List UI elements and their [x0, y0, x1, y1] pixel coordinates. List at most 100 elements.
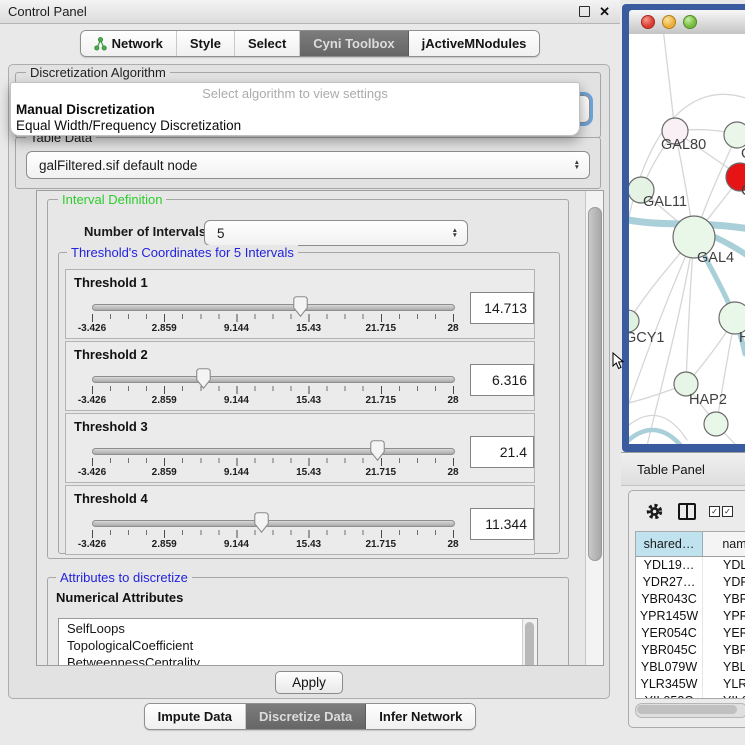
threshold-3-value-field[interactable]: 21.4 [470, 436, 534, 468]
float-window-icon[interactable] [579, 6, 590, 17]
network-node-top-right[interactable] [724, 122, 745, 148]
threshold-1-slider-track[interactable] [92, 304, 455, 311]
slider-major-ticks [92, 314, 454, 322]
table-horizontal-scrollbar[interactable] [635, 703, 745, 718]
threshold-3-slider-track[interactable] [92, 448, 455, 455]
cell-name[interactable]: YIL0 [703, 693, 745, 699]
cell-name[interactable]: YBR0 [703, 591, 745, 608]
column-view-icon[interactable] [678, 503, 696, 520]
settings-vertical-scrollbar[interactable] [585, 191, 603, 665]
column-header-shared-name[interactable]: shared… [636, 532, 703, 556]
threshold-2-slider-track[interactable] [92, 376, 455, 383]
checkbox-icon[interactable]: ✓ [709, 506, 720, 517]
network-window-titlebar[interactable] [629, 10, 745, 35]
tab-cyni-toolbox[interactable]: Cyni Toolbox [300, 31, 408, 56]
tab-select[interactable]: Select [235, 31, 300, 56]
table-rows: YDL19…YDL1YDR27…YDR2YBR043CYBR0YPR145WYP… [636, 557, 745, 699]
attributes-group-title: Attributes to discretize [56, 570, 192, 585]
table-row[interactable]: YPR145WYPR1 [636, 608, 745, 625]
cell-shared-name[interactable]: YER054C [636, 625, 703, 642]
table-row[interactable]: YER054CYER0 [636, 625, 745, 642]
tick-label: 9.144 [224, 539, 249, 550]
attribute-item[interactable]: BetweennessCentrality [59, 653, 537, 666]
table-row[interactable]: YBR043CYBR0 [636, 591, 745, 608]
table-row[interactable]: YBR045CYBR0 [636, 642, 745, 659]
threshold-1-value-field[interactable]: 14.713 [470, 292, 534, 324]
network-edge[interactable] [663, 34, 675, 131]
table-row[interactable]: YLR345WYLR3 [636, 676, 745, 693]
cell-name[interactable]: YER0 [703, 625, 745, 642]
cell-name[interactable]: YDR2 [703, 574, 745, 591]
cell-shared-name[interactable]: YBL079W [636, 659, 703, 676]
cell-name[interactable]: YBR0 [703, 642, 745, 659]
cell-shared-name[interactable]: YIL052C [636, 693, 703, 699]
network-edge[interactable] [629, 430, 683, 444]
tab-network[interactable]: Network [81, 31, 177, 56]
numerical-attributes-list[interactable]: SelfLoopsTopologicalCoefficientBetweenne… [58, 618, 538, 666]
cell-shared-name[interactable]: YPR145W [636, 608, 703, 625]
minimize-traffic-light-icon[interactable] [662, 15, 676, 29]
attribute-item[interactable]: SelfLoops [59, 619, 537, 636]
tab-style[interactable]: Style [177, 31, 235, 56]
cell-shared-name[interactable]: YDR27… [636, 574, 703, 591]
tab-jactivemnodules[interactable]: jActiveMNodules [409, 31, 540, 56]
settings-scrollbar-thumb[interactable] [588, 207, 602, 561]
column-header-name[interactable]: name [703, 532, 745, 556]
cell-name[interactable]: YBL0 [703, 659, 745, 676]
tab-impute-data[interactable]: Impute Data [145, 704, 246, 729]
checkbox-icon[interactable]: ✓ [722, 506, 733, 517]
slider-major-ticks [92, 386, 454, 394]
mouse-cursor-icon [612, 352, 624, 370]
thresholds-group-title: Threshold's Coordinates for 5 Intervals [67, 245, 298, 260]
number-of-intervals-combobox[interactable]: 5 ▲▼ [204, 220, 468, 246]
algorithm-dropdown-popup: Select algorithm to view settings Manual… [10, 82, 580, 136]
threshold-3-panel: Threshold 3 -3.4262.8599.14415.4321.7152… [65, 413, 535, 483]
cell-shared-name[interactable]: YBR043C [636, 591, 703, 608]
network-canvas[interactable]: GAL80GACGAL11GAL4GCY1HHAP2 [629, 34, 745, 444]
network-node-gcy1[interactable] [629, 310, 639, 332]
close-traffic-light-icon[interactable] [641, 15, 655, 29]
table-row[interactable]: YDL19…YDL1 [636, 557, 745, 574]
cell-shared-name[interactable]: YLR345W [636, 676, 703, 693]
zoom-traffic-light-icon[interactable] [683, 15, 697, 29]
network-node-label: C [741, 183, 745, 199]
settings-scrollpane: Interval Definition Number of Intervals … [36, 190, 604, 666]
tab-jactivemnodules-label: jActiveMNodules [422, 36, 527, 51]
network-node-label: HAP2 [689, 392, 727, 408]
table-horizontal-scrollbar-thumb[interactable] [637, 705, 737, 714]
cell-name[interactable]: YLR3 [703, 676, 745, 693]
table-row[interactable]: YBL079WYBL0 [636, 659, 745, 676]
cell-shared-name[interactable]: YDL19… [636, 557, 703, 574]
table-row[interactable]: YIL052CYIL0 [636, 693, 745, 699]
threshold-4-value-field[interactable]: 11.344 [470, 508, 534, 540]
tab-infer-network[interactable]: Infer Network [366, 704, 475, 729]
gear-icon[interactable] [645, 502, 664, 521]
close-icon[interactable]: ✕ [599, 5, 610, 18]
table-data-combobox[interactable]: galFiltered.sif default node ▲▼ [26, 151, 590, 179]
thresholds-group: Threshold's Coordinates for 5 Intervals … [58, 252, 560, 554]
attributes-list-scrollbar-thumb[interactable] [525, 622, 534, 666]
network-icon [94, 37, 107, 51]
stepper-icon: ▲▼ [452, 228, 467, 239]
apply-button[interactable]: Apply [275, 671, 343, 694]
network-node-bottom-partial[interactable] [704, 412, 728, 436]
tab-style-label: Style [190, 36, 221, 51]
table-data-group: Table Data galFiltered.sif default node … [15, 137, 601, 189]
cell-name[interactable]: YDL1 [703, 557, 745, 574]
threshold-2-value-field[interactable]: 6.316 [470, 364, 534, 396]
tab-discretize-data[interactable]: Discretize Data [246, 704, 366, 729]
top-tab-bar: Network Style Select Cyni Toolbox jActiv… [0, 30, 620, 57]
tick-label: 9.144 [224, 323, 249, 334]
cell-shared-name[interactable]: YBR045C [636, 642, 703, 659]
network-graph[interactable]: GAL80GACGAL11GAL4GCY1HHAP2 [629, 34, 745, 444]
algorithm-option-manual[interactable]: Manual Discretization [11, 101, 579, 117]
node-attribute-table: shared… name YDL19…YDL1YDR27…YDR2YBR043C… [635, 531, 745, 699]
network-view-window[interactable]: GAL80GACGAL11GAL4GCY1HHAP2 [622, 4, 745, 452]
attribute-item[interactable]: TopologicalCoefficient [59, 636, 537, 653]
algorithm-option-equal-width[interactable]: Equal Width/Frequency Discretization [11, 117, 579, 133]
cell-name[interactable]: YPR1 [703, 608, 745, 625]
threshold-4-slider-track[interactable] [92, 520, 455, 527]
table-row[interactable]: YDR27…YDR2 [636, 574, 745, 591]
attributes-list-scrollbar[interactable] [522, 619, 537, 666]
tick-label: 2.859 [152, 467, 177, 478]
